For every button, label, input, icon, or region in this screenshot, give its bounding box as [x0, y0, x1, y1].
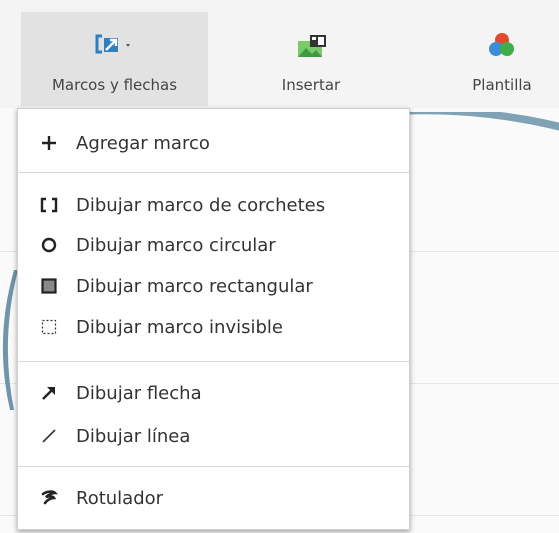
menu-item-marker[interactable]: Rotulador — [18, 478, 409, 518]
template-label: Plantilla — [472, 76, 532, 94]
menu-item-label: Agregar marco — [76, 132, 210, 154]
menu-item-label: Dibujar marco de corchetes — [76, 194, 326, 216]
menu-item-label: Dibujar marco invisible — [76, 316, 283, 338]
invisible-frame-icon — [38, 316, 60, 338]
template-palette-icon — [467, 30, 537, 70]
menu-item-label: Dibujar línea — [76, 425, 191, 447]
template-button[interactable]: Plantilla — [445, 12, 559, 106]
menu-item-rect-frame[interactable]: Dibujar marco rectangular — [18, 266, 409, 306]
insert-button[interactable]: Insertar — [254, 12, 368, 106]
bracket-frame-icon — [38, 194, 60, 216]
menu-divider — [18, 466, 409, 467]
menu-item-label: Rotulador — [76, 487, 164, 509]
menu-item-bracket-frame[interactable]: Dibujar marco de corchetes — [18, 185, 409, 225]
circle-frame-icon — [38, 234, 60, 256]
menu-divider — [18, 172, 409, 173]
marker-icon — [38, 487, 60, 509]
insert-label: Insertar — [281, 76, 341, 94]
menu-item-draw-arrow[interactable]: Dibujar flecha — [18, 373, 409, 413]
menu-item-label: Dibujar marco rectangular — [76, 275, 313, 297]
arrow-icon — [38, 382, 60, 404]
menu-item-circle-frame[interactable]: Dibujar marco circular — [18, 225, 409, 265]
menu-item-draw-line[interactable]: Dibujar línea — [18, 416, 409, 456]
toolbar: Marcos y flechas Insertar Plantilla — [0, 0, 559, 109]
frames-and-arrows-label: Marcos y flechas — [51, 76, 178, 94]
menu-item-add-frame[interactable]: Agregar marco — [18, 123, 409, 163]
plus-icon — [38, 132, 60, 154]
frames-and-arrows-button[interactable]: Marcos y flechas — [21, 12, 208, 106]
menu-divider — [18, 361, 409, 362]
frames-arrows-icon — [80, 30, 150, 70]
frames-arrows-dropdown-menu: Agregar marco Dibujar marco de corchetes… — [17, 108, 410, 530]
menu-item-label: Dibujar flecha — [76, 382, 202, 404]
rectangle-frame-icon — [38, 275, 60, 297]
menu-item-label: Dibujar marco circular — [76, 234, 276, 256]
line-icon — [38, 425, 60, 447]
insert-image-icon — [276, 30, 346, 70]
menu-item-invisible-frame[interactable]: Dibujar marco invisible — [18, 307, 409, 347]
